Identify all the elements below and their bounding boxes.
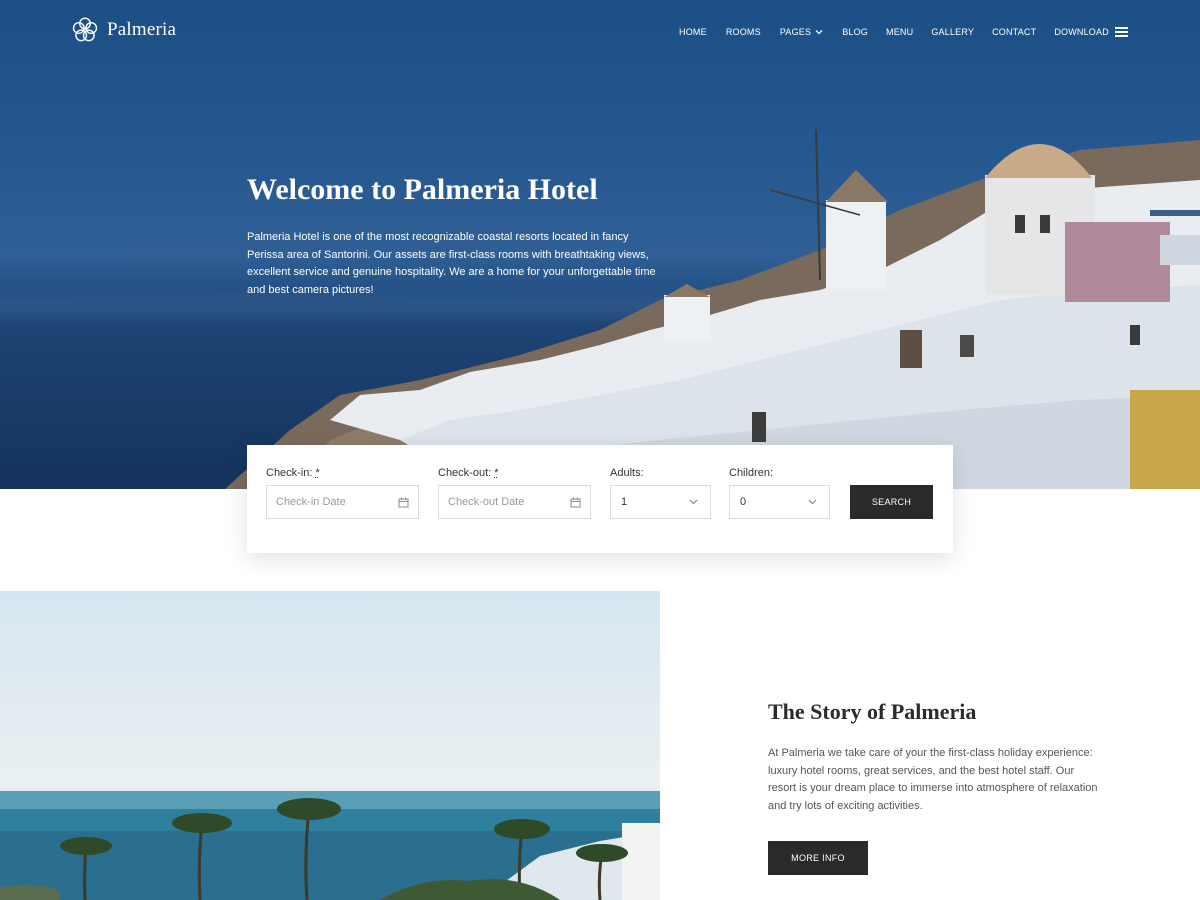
nav-item-pages[interactable]: PAGES: [780, 27, 823, 37]
beach-palm-image: [0, 591, 660, 900]
nav-item-contact[interactable]: CONTACT: [992, 27, 1036, 37]
adults-label: Adults:: [610, 467, 644, 479]
more-info-button[interactable]: MORE INFO: [768, 841, 868, 875]
nav-item-blog[interactable]: BLOG: [842, 27, 868, 37]
chevron-down-icon: [815, 30, 823, 35]
checkout-placeholder: Check-out Date: [448, 496, 525, 508]
flower-knot-icon: [72, 17, 98, 42]
nav-item-pages-label: PAGES: [779, 27, 812, 37]
main-nav: HOME ROOMS PAGES BLOG MENU GALLERY CONTA…: [679, 27, 1109, 37]
checkin-label-text: Check-in:: [266, 467, 313, 479]
children-value: 0: [740, 496, 747, 508]
story-text: At Palmeria we take care of your the fir…: [768, 747, 1098, 812]
calendar-icon: [570, 497, 581, 508]
brand-logo[interactable]: Palmeria: [72, 17, 176, 43]
children-label: Children:: [729, 467, 774, 479]
hero-title: Welcome to Palmeria Hotel: [247, 173, 598, 206]
required-mark: *: [315, 467, 320, 479]
nav-item-home[interactable]: HOME: [679, 27, 707, 37]
chevron-down-icon: [808, 499, 817, 505]
chevron-down-icon: [689, 499, 698, 505]
search-button[interactable]: SEARCH: [850, 485, 933, 519]
nav-item-menu[interactable]: MENU: [886, 27, 913, 37]
checkin-label: Check-in: *: [266, 467, 320, 479]
hamburger-icon[interactable]: [1115, 27, 1128, 37]
booking-form: Check-in: * Check-in Date Check-out: * C…: [247, 445, 953, 553]
brand-name: Palmeria: [107, 19, 177, 40]
checkin-input[interactable]: Check-in Date: [266, 485, 419, 519]
nav-item-download[interactable]: DOWNLOAD: [1054, 27, 1109, 37]
adults-select[interactable]: 1: [610, 485, 711, 519]
nav-item-gallery[interactable]: GALLERY: [931, 27, 974, 37]
calendar-icon: [398, 497, 409, 508]
story-title: The Story of Palmeria: [768, 699, 977, 724]
children-select[interactable]: 0: [729, 485, 830, 519]
adults-value: 1: [621, 496, 628, 508]
beach-scene: [0, 791, 660, 900]
checkin-placeholder: Check-in Date: [276, 496, 346, 508]
hero-description: Palmeria Hotel is one of the most recogn…: [247, 231, 656, 296]
required-mark: *: [494, 467, 499, 479]
checkout-label: Check-out: *: [438, 467, 499, 479]
checkout-label-text: Check-out:: [438, 467, 492, 479]
nav-item-rooms[interactable]: ROOMS: [726, 27, 761, 37]
checkout-input[interactable]: Check-out Date: [438, 485, 591, 519]
